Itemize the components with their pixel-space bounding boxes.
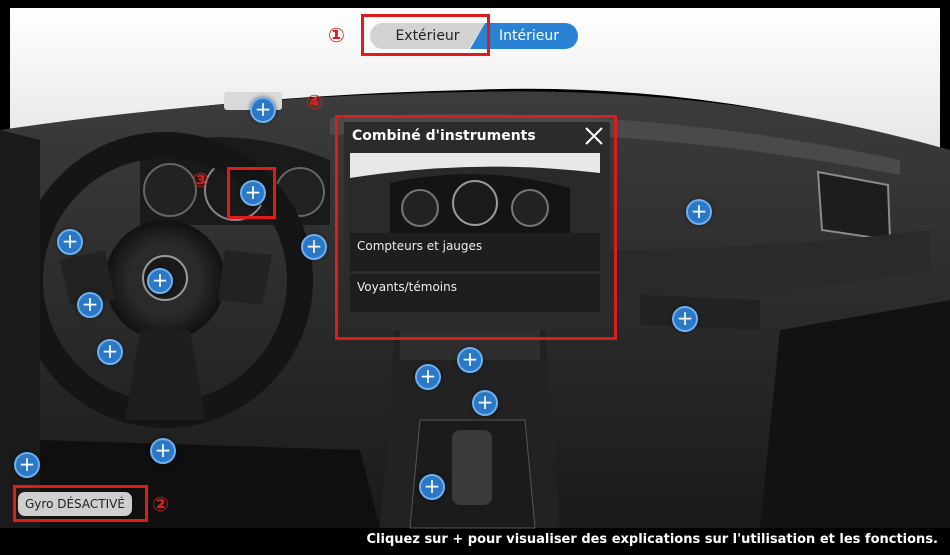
hotspot-left-controls[interactable]: +	[57, 229, 83, 255]
annotation-box-1	[361, 14, 490, 56]
hotspot-glovebox[interactable]: +	[672, 306, 698, 332]
plus-icon: +	[476, 390, 494, 414]
car-interior-viewer: Extérieur Intérieur + + + + + + + + + + …	[0, 0, 950, 555]
hotspot-wheel-left-buttons[interactable]: +	[77, 292, 103, 318]
plus-icon: +	[154, 438, 172, 462]
annotation-box-3	[227, 167, 276, 219]
hotspot-steering-wheel[interactable]: +	[147, 268, 173, 294]
annotation-marker-3: ③	[192, 168, 209, 192]
plus-icon: +	[305, 234, 323, 258]
plus-icon: +	[419, 364, 437, 388]
plus-icon: +	[676, 306, 694, 330]
hotspot-mirror[interactable]: +	[250, 97, 276, 123]
annotation-marker-2: ②	[152, 492, 169, 516]
annotation-marker-4: ④	[306, 90, 323, 114]
hotspot-console-right[interactable]: +	[472, 390, 498, 416]
annotation-box-2	[13, 485, 148, 522]
footer-instruction: Cliquez sur + pour visualiser des explic…	[366, 532, 938, 547]
hotspot-door[interactable]: +	[14, 452, 40, 478]
plus-icon: +	[461, 347, 479, 371]
hotspot-right-stalk[interactable]: +	[301, 234, 327, 260]
hotspot-console-left[interactable]: +	[415, 364, 441, 390]
plus-icon: +	[690, 199, 708, 223]
plus-icon: +	[61, 229, 79, 253]
plus-icon: +	[101, 339, 119, 363]
hotspot-climate[interactable]: +	[457, 347, 483, 373]
hotspot-shifter[interactable]: +	[419, 474, 445, 500]
annotation-box-4	[335, 115, 617, 340]
hotspot-lower-left[interactable]: +	[97, 339, 123, 365]
plus-icon: +	[151, 268, 169, 292]
hotspot-pedals[interactable]: +	[150, 438, 176, 464]
hotspot-dashboard-right[interactable]: +	[686, 199, 712, 225]
plus-icon: +	[254, 97, 272, 121]
annotation-marker-1: ①	[328, 23, 345, 47]
plus-icon: +	[423, 474, 441, 498]
plus-icon: +	[18, 452, 36, 476]
plus-icon: +	[81, 292, 99, 316]
